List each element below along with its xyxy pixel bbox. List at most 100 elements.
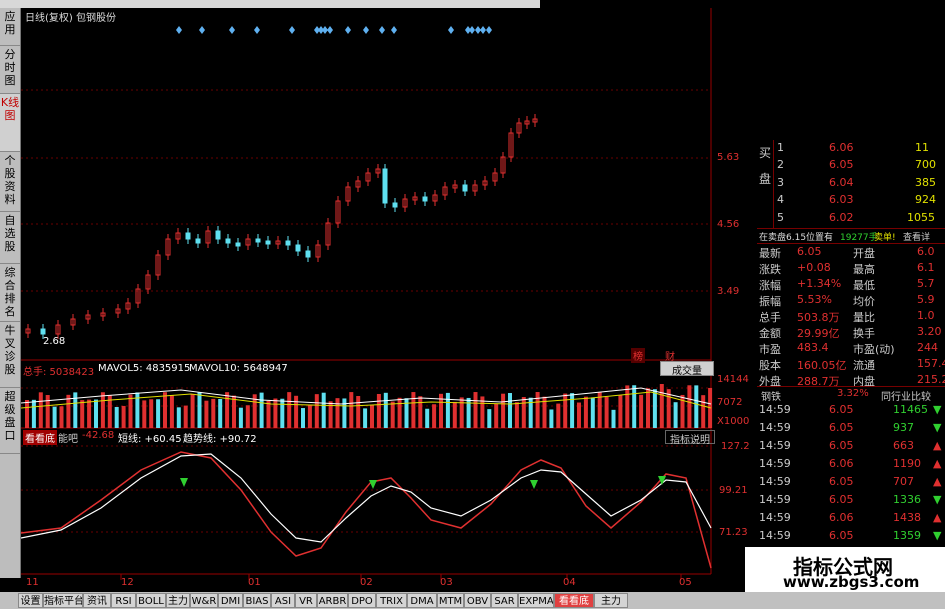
volume-bar [363, 408, 368, 428]
sell-notice-link[interactable]: 查看详 [903, 230, 930, 243]
volume-bar [632, 385, 637, 428]
tab-dmi[interactable]: DMI [218, 593, 243, 608]
tick-price: 6.06 [829, 457, 854, 470]
marker-bang[interactable]: 榜 [631, 348, 645, 363]
stat-value: 244 [917, 341, 938, 354]
order-book-row[interactable]: 3 6.04 385 [757, 175, 945, 191]
indicator-name: 看看底 [23, 430, 57, 445]
down-arrow-icon: ▼ [933, 529, 942, 542]
volume-axis-unit: X1000 [717, 416, 750, 427]
stat-value: +0.08 [797, 261, 831, 274]
volume-bar [494, 403, 499, 428]
tab-item-5[interactable]: 主力 [166, 593, 190, 608]
tick-price: 6.05 [829, 475, 854, 488]
tick-volume: 663 [893, 439, 914, 452]
stat-key: 总手 [759, 311, 781, 324]
tab-vr[interactable]: VR [295, 593, 317, 608]
stat-key: 涨幅 [759, 279, 781, 292]
tick-volume: 1190 [893, 457, 921, 470]
volume-bar [273, 398, 278, 428]
stat-key: 最高 [853, 263, 875, 276]
order-book-row[interactable]: 2 6.05 700 [757, 157, 945, 173]
industry-name: 钢铁 [761, 392, 781, 403]
order-book-volume: 700 [915, 158, 936, 171]
sidebar-tab-app[interactable]: 应用 [0, 8, 20, 46]
order-book-row[interactable]: 1 6.06 11 [757, 140, 945, 156]
tab-mtm[interactable]: MTM [437, 593, 464, 608]
buy-signal-arrow-icon [180, 478, 188, 487]
stat-value: 157.42 [917, 357, 945, 370]
volume-bar [549, 409, 554, 428]
tab-dpo[interactable]: DPO [348, 593, 376, 608]
order-book-volume: 924 [915, 193, 936, 206]
sidebar-tab-diagnosis[interactable]: 牛叉诊股 [0, 322, 20, 388]
volume-axis-label-1: 14144 [717, 374, 749, 385]
tick-time: 14:59 [759, 439, 791, 452]
volume-bar [266, 400, 271, 428]
indicator-short-line [21, 453, 712, 543]
sidebar-tab-kline[interactable]: K线图 [0, 94, 20, 152]
sidebar-tab-stock-info[interactable]: 个股资料 [0, 152, 20, 212]
stats-row: 最新 6.05 开盘 6.0 [757, 244, 945, 260]
volume-bar [142, 400, 147, 428]
tab-sar[interactable]: SAR [491, 593, 518, 608]
tab-item-19[interactable]: 看看底 [554, 593, 594, 608]
signal-diamond-icon [379, 26, 385, 34]
tab-dma[interactable]: DMA [407, 593, 437, 608]
tab-item-2[interactable]: 资讯 [83, 593, 111, 608]
tab-item-0[interactable]: 设置 [18, 593, 43, 608]
order-book-level: 1 [777, 141, 784, 154]
volume-bar [128, 394, 133, 428]
volume-bar [673, 402, 678, 428]
volume-bar [163, 392, 167, 428]
watermark-url: www.zbgs3.com [783, 573, 920, 591]
tab-arbr[interactable]: ARBR [317, 593, 348, 608]
tab-boll[interactable]: BOLL [136, 593, 166, 608]
volume-bar [370, 404, 374, 428]
volume-bar [618, 395, 623, 428]
volume-indicator-select[interactable]: 成交量 [660, 361, 714, 377]
volume-bar [687, 385, 692, 428]
volume-bar [570, 393, 575, 428]
tick-row: 14:59 6.06 1190 ▲ [757, 456, 945, 472]
tick-volume: 1336 [893, 493, 921, 506]
signal-diamond-icon [486, 26, 492, 34]
tab-asi[interactable]: ASI [271, 593, 295, 608]
indicator-help-button[interactable]: 指标说明 [665, 430, 715, 446]
volume-bar [397, 397, 402, 428]
candle-body [285, 240, 291, 246]
candle-body [255, 238, 261, 243]
stat-key: 量比 [853, 311, 875, 324]
sidebar-tab-ranking[interactable]: 综合排名 [0, 264, 20, 322]
candle-body [305, 250, 311, 258]
order-book-row[interactable]: 5 6.02 1055 [757, 210, 945, 226]
tick-row: 14:59 6.05 11465 ▼ [757, 402, 945, 418]
tab-obv[interactable]: OBV [464, 593, 491, 608]
sidebar-tab-watchlist[interactable]: 自选股 [0, 212, 20, 264]
signal-diamond-icon [480, 26, 486, 34]
tab-expma[interactable]: EXPMA [518, 593, 554, 608]
tab-item-20[interactable]: 主力 [594, 593, 628, 608]
tick-volume: 707 [893, 475, 914, 488]
order-book-row[interactable]: 4 6.03 924 [757, 192, 945, 208]
industry-row[interactable]: 钢铁 3.32% 同行业比较 [757, 386, 945, 403]
kline-chart[interactable] [21, 8, 746, 592]
sidebar-tab-super-quote[interactable]: 超级盘口 [0, 388, 20, 454]
tab-wr[interactable]: W&R [190, 593, 218, 608]
price-axis-label-2: 4.56 [717, 219, 740, 230]
stat-value: 5.9 [917, 293, 935, 306]
tab-trix[interactable]: TRIX [376, 593, 407, 608]
order-book-level: 5 [777, 211, 784, 224]
industry-compare-link[interactable]: 同行业比较 [881, 388, 931, 403]
stat-key: 市盈(动) [853, 343, 895, 356]
up-arrow-icon: ▲ [933, 439, 942, 452]
volume-bar [314, 394, 319, 428]
sell-order-notice[interactable]: 在卖盘6.15位置有 19277手 卖单! 查看详 [757, 228, 945, 244]
volume-bar [411, 392, 416, 428]
tab-bias[interactable]: BIAS [243, 593, 271, 608]
indicator-axis-label-1: 127.2 [721, 441, 750, 452]
sidebar-tab-intraday[interactable]: 分时图 [0, 46, 20, 94]
volume-bar [301, 408, 305, 428]
tab-rsi[interactable]: RSI [111, 593, 136, 608]
tab-item-1[interactable]: 指标平台 [43, 593, 83, 608]
